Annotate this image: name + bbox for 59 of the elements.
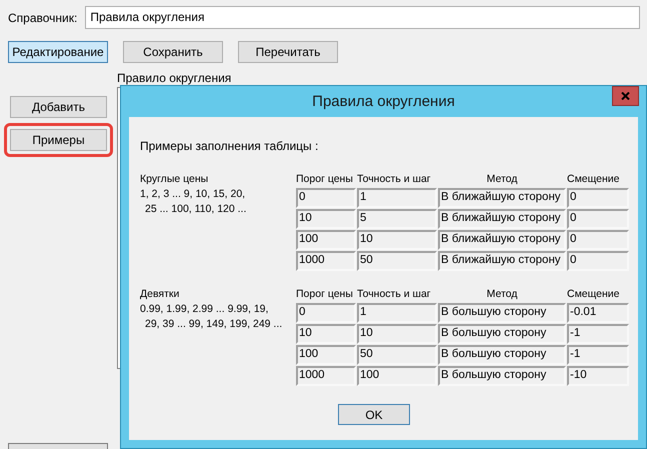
- example-text: 25 ... 100, 110, 120 ...: [144, 203, 248, 215]
- table-cell[interactable]: В ближайшую сторону: [438, 188, 566, 208]
- example-text: 0.99, 1.99, 2.99 ... 9.99, 19,: [140, 303, 270, 315]
- toolbar-button[interactable]: Редактирование: [8, 41, 108, 63]
- table-cell[interactable]: 5: [357, 209, 437, 229]
- directory-field[interactable]: Правила округления: [85, 6, 640, 29]
- table-cell[interactable]: 0: [296, 188, 356, 208]
- column-header: Смещение: [567, 288, 621, 302]
- directory-label: Справочник:: [8, 10, 78, 24]
- column-header: Метод: [486, 173, 518, 187]
- column-header: Метод: [486, 288, 518, 302]
- table-cell[interactable]: -0.01: [567, 303, 629, 323]
- table-cell[interactable]: 0: [567, 188, 629, 208]
- rule-label: Правило округления: [117, 71, 232, 85]
- table-cell[interactable]: 1000: [296, 366, 356, 386]
- side-button[interactable]: Примеры: [10, 129, 107, 151]
- table-cell[interactable]: 100: [357, 366, 437, 386]
- example-text: 29, 39 ... 99, 149, 199, 249 ...: [144, 318, 284, 330]
- table-cell[interactable]: 1: [357, 188, 437, 208]
- table-cell[interactable]: В большую сторону: [438, 303, 566, 323]
- table-cell[interactable]: 100: [296, 230, 356, 250]
- column-header: Порог цены: [296, 173, 354, 187]
- table-cell[interactable]: -10: [567, 366, 629, 386]
- table-cell[interactable]: -1: [567, 324, 629, 344]
- table-cell[interactable]: 0: [567, 209, 629, 229]
- toolbar-button[interactable]: Перечитать: [238, 41, 338, 63]
- table-cell[interactable]: 0: [567, 230, 629, 250]
- column-header: Смещение: [567, 173, 621, 187]
- table-cell[interactable]: В ближайшую сторону: [438, 209, 566, 229]
- table-cell[interactable]: В большую сторону: [438, 324, 566, 344]
- column-header: Точность и шаг: [357, 288, 432, 302]
- table-cell[interactable]: 10: [357, 324, 437, 344]
- table-cell[interactable]: 50: [357, 251, 437, 271]
- ok-button[interactable]: OK: [338, 404, 410, 425]
- table-cell[interactable]: 10: [296, 324, 356, 344]
- table-cell[interactable]: 100: [296, 345, 356, 365]
- table-cell[interactable]: 1000: [296, 251, 356, 271]
- table-cell[interactable]: 0: [567, 251, 629, 271]
- side-button[interactable]: Добавить: [10, 96, 107, 118]
- dialog-title: Правила округления: [312, 93, 455, 110]
- section-title: Круглые цены: [140, 173, 210, 185]
- table-cell[interactable]: 0: [296, 303, 356, 323]
- table-cell[interactable]: -1: [567, 345, 629, 365]
- toolbar-button[interactable]: Сохранить: [123, 41, 223, 63]
- section-title: Девятки: [140, 288, 180, 300]
- table-cell[interactable]: В ближайшую сторону: [438, 230, 566, 250]
- table-cell[interactable]: 1: [357, 303, 437, 323]
- table-cell[interactable]: 10: [357, 230, 437, 250]
- table-cell[interactable]: В большую сторону: [438, 366, 566, 386]
- column-header: Точность и шаг: [357, 173, 432, 187]
- table-cell[interactable]: 50: [357, 345, 437, 365]
- column-header: Порог цены: [296, 288, 354, 302]
- table-cell[interactable]: В большую сторону: [438, 345, 566, 365]
- intro-text: Примеры заполнения таблицы :: [140, 139, 320, 153]
- table-cell[interactable]: 10: [296, 209, 356, 229]
- table-cell[interactable]: В ближайшую сторону: [438, 251, 566, 271]
- example-text: 1, 2, 3 ... 9, 10, 15, 20,: [140, 188, 246, 200]
- close-icon: [621, 92, 630, 100]
- close-button[interactable]: [612, 86, 639, 106]
